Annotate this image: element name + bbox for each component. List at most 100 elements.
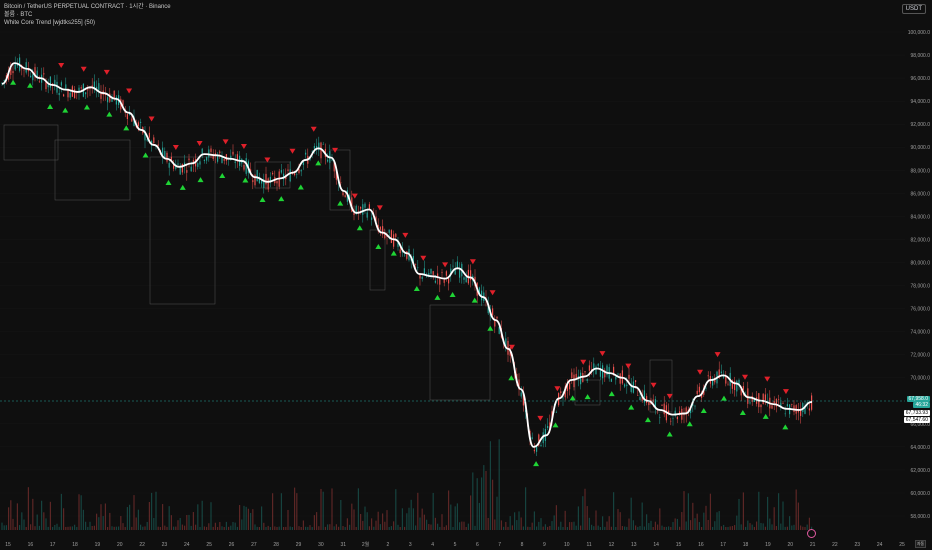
volume-bar	[269, 527, 271, 530]
candle-body	[232, 151, 234, 155]
indicator-legend[interactable]: White Core Trend [wjdtks255] (50)	[4, 19, 171, 27]
volume-bar	[742, 492, 744, 530]
volume-bar	[463, 521, 465, 530]
volume-bar	[430, 524, 432, 530]
time-tick-label: 3	[409, 542, 412, 548]
buy-signal-icon	[165, 180, 172, 186]
volume-bar	[571, 522, 573, 530]
volume-bar	[60, 493, 62, 530]
volume-bar	[12, 518, 14, 530]
buy-signal-icon	[27, 82, 34, 88]
volume-bar	[481, 477, 483, 530]
candle-body	[107, 97, 109, 103]
price-tick-label: 78,000.0	[911, 284, 931, 290]
volume-bar	[804, 526, 806, 530]
volume-bar	[531, 522, 533, 530]
volume-bar	[67, 526, 69, 530]
volume-bar	[762, 523, 764, 530]
volume-bar	[509, 516, 511, 530]
buy-signal-icon	[552, 422, 559, 428]
volume-bar	[520, 517, 522, 530]
volume-bar	[349, 524, 351, 530]
candle-body	[652, 399, 654, 402]
volume-bar	[230, 525, 232, 530]
sell-signal-icon	[289, 148, 296, 154]
auto-scale-button[interactable]: 자동	[915, 540, 926, 548]
candle-body	[170, 156, 172, 161]
volume-bar	[382, 513, 384, 530]
volume-bar	[52, 526, 54, 530]
currency-selector[interactable]: USDT	[901, 4, 926, 14]
candle-body	[25, 62, 27, 73]
volume-bar	[80, 495, 82, 530]
candle-body	[234, 161, 236, 163]
buy-signal-icon	[106, 111, 113, 117]
volume-bar	[661, 525, 663, 530]
time-tick-label: 22	[832, 542, 838, 548]
volume-bar	[562, 526, 564, 530]
volume-bar	[652, 526, 654, 530]
candle-body	[496, 316, 498, 319]
sell-signal-icon	[80, 66, 87, 72]
volume-bar	[745, 526, 747, 530]
candle-body	[322, 144, 324, 145]
volume-bar	[388, 526, 390, 530]
price-tick-label: 74,000.0	[911, 330, 931, 336]
candle-body	[179, 166, 181, 175]
volume-bar	[221, 526, 223, 530]
candle-body	[452, 265, 454, 267]
candle-body	[390, 230, 392, 244]
candle-body	[727, 383, 729, 385]
volume-bar	[296, 493, 298, 530]
candle-body	[540, 445, 542, 447]
buy-signal-icon	[434, 294, 441, 300]
candle-body	[98, 83, 100, 91]
time-tick-label: 2	[387, 542, 390, 548]
time-tick-label: 25	[899, 542, 905, 548]
volume-bar	[778, 493, 780, 530]
chart-settings-icon[interactable]	[807, 529, 816, 538]
sell-signal-icon	[650, 382, 657, 388]
volume-bar	[786, 526, 788, 530]
buy-signal-icon	[700, 407, 707, 413]
volume-bar	[384, 521, 386, 530]
sell-signal-icon	[376, 205, 383, 211]
candle-body	[637, 395, 639, 396]
candle-body	[280, 170, 282, 173]
volume-bar	[472, 472, 474, 530]
volume-bar	[426, 519, 428, 530]
volume-bar	[181, 524, 183, 530]
buy-signal-icon	[337, 200, 344, 206]
candle-body	[393, 234, 395, 247]
buy-signal-icon	[197, 177, 204, 183]
volume-bar	[146, 521, 148, 530]
volume-bar	[709, 493, 711, 530]
price-chart[interactable]: 100,000.0 98,000.0 96,000.0 94,000.0 92,000.…	[0, 0, 932, 550]
volume-bar	[179, 517, 181, 530]
volume-legend[interactable]: 볼륨 · BTC	[4, 11, 171, 19]
volume-bar	[274, 526, 276, 530]
candle-body	[23, 69, 25, 71]
candle-body	[38, 81, 40, 83]
volume-bar	[23, 519, 25, 530]
candle-body	[188, 158, 190, 161]
volume-bar	[91, 525, 93, 530]
candle-body	[778, 399, 780, 400]
symbol-title[interactable]: Bitcoin / TetherUS PERPETUAL CONTRACT · …	[4, 3, 171, 11]
volume-bar	[318, 526, 320, 530]
volume-bar	[569, 522, 571, 530]
candle-body	[49, 76, 51, 88]
volume-bar	[663, 526, 665, 530]
volume-bar	[410, 499, 412, 530]
volume-bar	[82, 509, 84, 530]
volume-bar	[362, 520, 364, 530]
volume-bar	[536, 526, 538, 530]
volume-bar	[740, 524, 742, 530]
candle-body	[327, 159, 329, 162]
volume-bar	[164, 525, 166, 530]
candle-body	[773, 401, 775, 404]
range-box	[369, 229, 386, 291]
volume-bar	[467, 523, 469, 530]
volume-bar	[313, 515, 315, 530]
candle-body	[302, 162, 304, 166]
